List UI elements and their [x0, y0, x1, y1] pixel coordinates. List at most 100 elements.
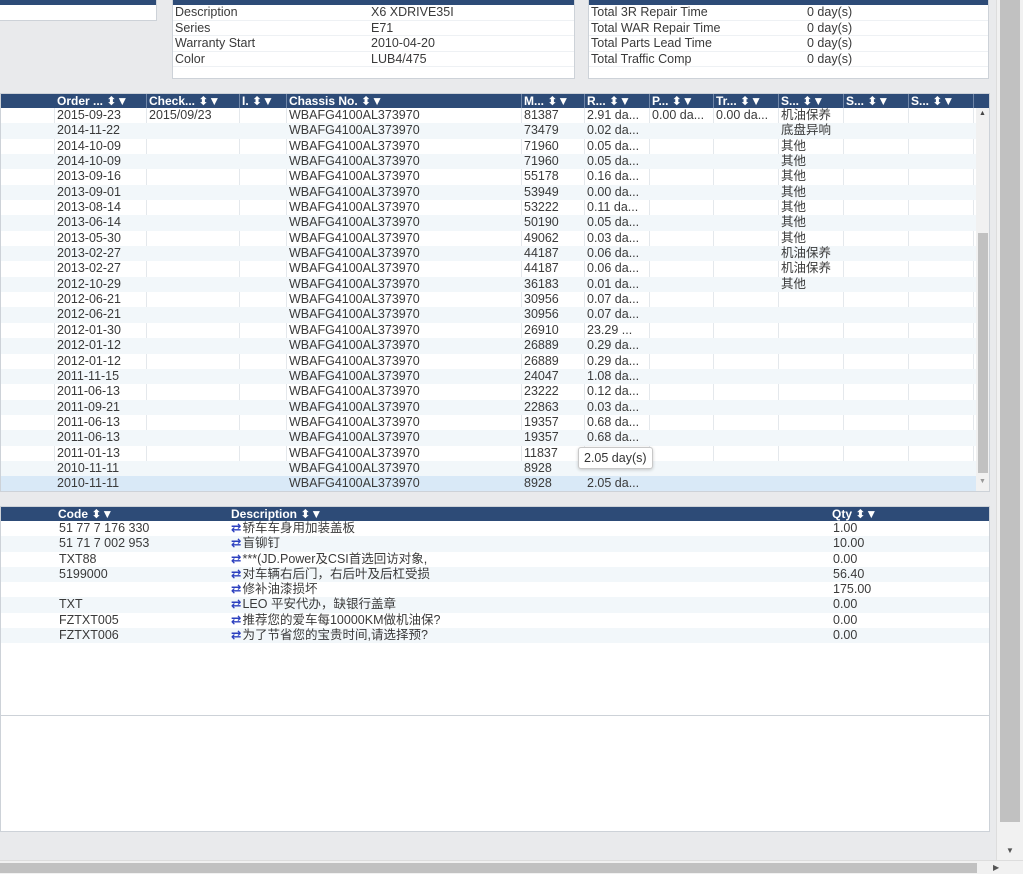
column-header-description[interactable]: Description ⬍▼: [231, 507, 322, 521]
cell-chassis-no: WBAFG4100AL373970: [289, 276, 420, 291]
table-row[interactable]: 2012-01-30 WBAFG4100AL373970 26910 23.29 ..…: [1, 323, 976, 338]
list-item[interactable]: TXT ⇄LEO 平安代办，缺银行盖章 0.00: [1, 597, 989, 613]
part-description-text: 对车辆右后门，右后叶及后杠受损: [242, 566, 430, 581]
swap-arrows-icon[interactable]: ⇄: [231, 613, 241, 627]
cell-check-date: [149, 461, 240, 476]
table-row[interactable]: 2014-11-22 WBAFG4100AL373970 73479 0.02 da.…: [1, 123, 976, 139]
window-vertical-scrollbar[interactable]: ▼: [996, 0, 1023, 860]
cell-parts-time: [652, 154, 714, 169]
swap-arrows-icon[interactable]: ⇄: [231, 521, 241, 535]
column-header-qty[interactable]: Qty ⬍▼: [832, 507, 877, 521]
table-row[interactable]: 2012-10-29 WBAFG4100AL373970 36183 0.01 da.…: [1, 276, 976, 293]
table-row[interactable]: 2010-11-11 WBAFG4100AL373970 8928: [1, 460, 976, 477]
column-header-s3[interactable]: S... ⬍▼: [909, 94, 974, 108]
cell-parts-time: [652, 139, 714, 154]
cell-mileage: 30956: [524, 292, 559, 307]
table-row[interactable]: 2012-06-21 WBAFG4100AL373970 30956 0.07 da.…: [1, 307, 976, 323]
table-row[interactable]: 2013-02-27 WBAFG4100AL373970 44187 0.06 da.…: [1, 261, 976, 276]
table-row[interactable]: 2013-06-14 WBAFG4100AL373970 50190 0.05 da.…: [1, 215, 976, 231]
cell-traffic-time: [716, 200, 779, 215]
cell-parts-time: [652, 430, 714, 445]
scrollbar-thumb[interactable]: [978, 233, 988, 473]
cell-s3: [911, 354, 974, 369]
cell-service-type: [781, 323, 844, 338]
part-description: ⇄***(JD.Power及CSI首选回访对象,: [231, 552, 427, 567]
table-row[interactable]: 2015-09-23 2015/09/23 WBAFG4100AL373970 813…: [1, 108, 976, 123]
swap-arrows-icon[interactable]: ⇄: [231, 628, 241, 642]
table-row[interactable]: 2012-06-21 WBAFG4100AL373970 30956 0.07 da.…: [1, 292, 976, 307]
list-item[interactable]: FZTXT006 ⇄为了节省您的宝贵时间,请选择预? 0.00: [1, 628, 989, 644]
cell-order-date: 2012-01-12: [57, 353, 121, 368]
cell-service-type: 其他: [781, 215, 807, 230]
table-row[interactable]: 2013-05-30 WBAFG4100AL373970 49062 0.03 da.…: [1, 231, 976, 246]
list-item[interactable]: 5199000 ⇄对车辆右后门，右后叶及后杠受损 56.40: [1, 566, 989, 583]
column-header-chassis-no[interactable]: Chassis No. ⬍▼: [287, 94, 522, 108]
table-row[interactable]: 2011-06-13 WBAFG4100AL373970 23222 0.12 da.…: [1, 384, 976, 399]
table-row[interactable]: 2011-09-21 WBAFG4100AL373970 22863 0.03 da.…: [1, 399, 976, 415]
cell-parts-time: [652, 354, 714, 369]
cell-i: [242, 154, 287, 169]
column-header-parts-time[interactable]: P... ⬍▼: [650, 94, 714, 108]
cell-mileage: 26889: [524, 338, 559, 353]
swap-arrows-icon[interactable]: ⇄: [231, 582, 241, 596]
scroll-down-arrow-icon[interactable]: ▼: [979, 478, 986, 485]
field-label: Total 3R Repair Time: [591, 5, 708, 19]
list-item[interactable]: 51 71 7 002 953 ⇄盲铆钉 10.00: [1, 536, 989, 552]
list-item[interactable]: ⇄修补油漆损坏 175.00: [1, 582, 989, 597]
field-value: 0 day(s): [807, 51, 853, 66]
cell-tooltip: 2.05 day(s): [578, 447, 653, 469]
cell-mileage: 50190: [524, 215, 559, 230]
cell-mileage: 53949: [524, 184, 559, 199]
scroll-right-arrow-icon[interactable]: ▶: [993, 861, 999, 874]
orders-grid-scrollbar[interactable]: ▲ ▼: [976, 108, 989, 491]
swap-arrows-icon[interactable]: ⇄: [231, 567, 241, 581]
window-horizontal-scrollbar[interactable]: ▶: [0, 860, 1023, 874]
scroll-down-arrow-icon[interactable]: ▼: [1006, 846, 1014, 855]
part-qty: 0.00: [833, 551, 858, 566]
cell-chassis-no: WBAFG4100AL373970: [289, 338, 420, 353]
table-row[interactable]: 2012-01-12 WBAFG4100AL373970 26889 0.29 da.…: [1, 354, 976, 369]
scroll-up-arrow-icon[interactable]: ▲: [979, 110, 986, 117]
panel-header-bar: [0, 0, 156, 5]
cell-s2: [846, 354, 909, 369]
column-header-check-date[interactable]: Check... ⬍▼: [147, 94, 240, 108]
column-header-s2[interactable]: S... ⬍▼: [844, 94, 909, 108]
part-description-text: 为了节省您的宝贵时间,请选择预?: [242, 628, 428, 643]
table-row[interactable]: 2014-10-09 WBAFG4100AL373970 71960 0.05 da.…: [1, 139, 976, 154]
table-row[interactable]: 2011-06-13 WBAFG4100AL373970 19357 0.68 da.…: [1, 430, 976, 446]
table-row[interactable]: 2013-09-16 WBAFG4100AL373970 55178 0.16 da.…: [1, 169, 976, 184]
cell-repair-time: 2.91 da...: [587, 108, 640, 122]
column-header-code[interactable]: Code ⬍▼: [58, 507, 113, 521]
cell-service-type: [781, 415, 844, 430]
column-header-service-type[interactable]: S... ⬍▼: [779, 94, 844, 108]
part-description: ⇄LEO 平安代办，缺银行盖章: [231, 597, 396, 612]
cell-s3: [911, 277, 974, 292]
cell-i: [242, 261, 287, 276]
cell-order-date: 2012-10-29: [57, 276, 121, 291]
column-header-traffic-time[interactable]: Tr... ⬍▼: [714, 94, 779, 108]
cell-mileage: 19357: [524, 414, 559, 429]
table-row[interactable]: 2011-06-13 WBAFG4100AL373970 19357 0.68 da.…: [1, 415, 976, 430]
column-header-mileage[interactable]: M... ⬍▼: [522, 94, 585, 108]
list-item[interactable]: TXT88 ⇄***(JD.Power及CSI首选回访对象, 0.00: [1, 552, 989, 567]
column-header-repair-time[interactable]: R... ⬍▼: [585, 94, 650, 108]
table-row[interactable]: 2013-09-01 WBAFG4100AL373970 53949 0.00 da.…: [1, 184, 976, 201]
swap-arrows-icon[interactable]: ⇄: [231, 597, 241, 611]
swap-arrows-icon[interactable]: ⇄: [231, 552, 241, 566]
scrollbar-thumb[interactable]: [1000, 0, 1020, 822]
column-header-order-date[interactable]: Order ... ⬍▼: [55, 94, 147, 108]
table-row[interactable]: 2013-02-27 WBAFG4100AL373970 44187 0.06 da.…: [1, 246, 976, 262]
table-row[interactable]: 2014-10-09 WBAFG4100AL373970 71960 0.05 da.…: [1, 154, 976, 170]
table-row[interactable]: 2013-08-14 WBAFG4100AL373970 53222 0.11 da.…: [1, 200, 976, 215]
swap-arrows-icon[interactable]: ⇄: [231, 536, 241, 550]
scrollbar-thumb[interactable]: [0, 863, 977, 873]
table-row[interactable]: 2011-11-15 WBAFG4100AL373970 24047 1.08 da.…: [1, 368, 976, 385]
table-row[interactable]: 2010-11-11 WBAFG4100AL373970 8928 2.05 da..…: [1, 476, 976, 491]
cell-check-date: [149, 200, 240, 215]
cell-repair-time: 0.07 da...: [587, 307, 640, 322]
table-row[interactable]: 2011-01-13 WBAFG4100AL373970 11837: [1, 446, 976, 461]
list-item[interactable]: 51 77 7 176 330 ⇄轿车车身用加装盖板 1.00: [1, 521, 989, 536]
list-item[interactable]: FZTXT005 ⇄推荐您的爱车每10000KM做机油保? 0.00: [1, 613, 989, 628]
table-row[interactable]: 2012-01-12 WBAFG4100AL373970 26889 0.29 da.…: [1, 338, 976, 354]
column-header-i[interactable]: I. ⬍▼: [240, 94, 287, 108]
